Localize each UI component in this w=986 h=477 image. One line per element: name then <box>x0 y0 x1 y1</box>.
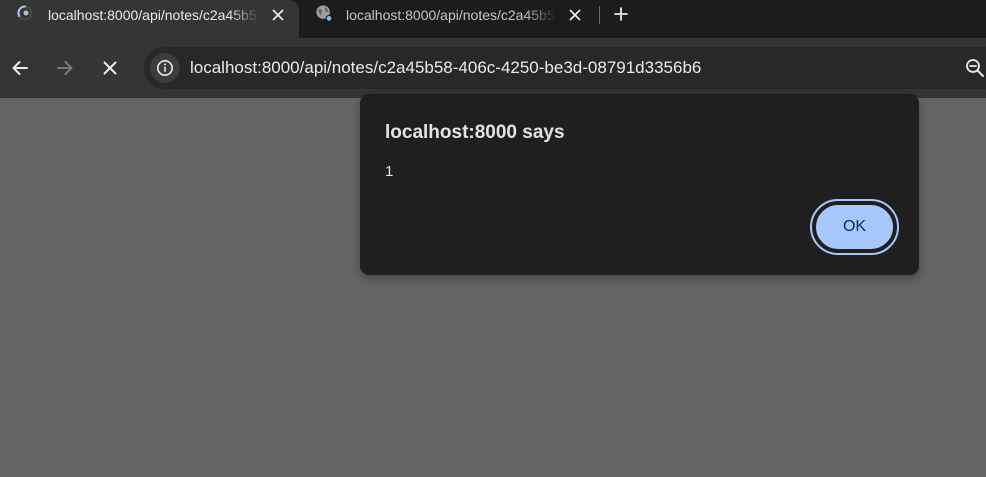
loading-spinner-icon <box>16 4 34 22</box>
tab-inactive[interactable]: localhost:8000/api/notes/c2a45b58-406c-4… <box>308 0 590 38</box>
close-tab-icon[interactable] <box>267 4 289 26</box>
tab-strip: localhost:8000/api/notes/c2a45b58-406c-4… <box>0 0 986 40</box>
tab-separator <box>599 6 600 24</box>
globe-icon <box>315 4 333 22</box>
close-tab-icon[interactable] <box>564 4 586 26</box>
zoom-out-icon[interactable] <box>964 57 986 79</box>
stop-loading-icon[interactable] <box>98 56 122 80</box>
forward-arrow-icon[interactable] <box>53 56 77 80</box>
ok-button-label: OK <box>814 203 895 251</box>
address-bar[interactable]: localhost:8000/api/notes/c2a45b58-406c-4… <box>144 47 986 89</box>
tab-title: localhost:8000/api/notes/c2a45b58-406c-4… <box>48 7 260 23</box>
site-info-icon[interactable] <box>150 53 180 83</box>
tab-title: localhost:8000/api/notes/c2a45b58-406c-4… <box>346 7 556 23</box>
url-text[interactable]: localhost:8000/api/notes/c2a45b58-406c-4… <box>190 57 701 79</box>
new-tab-icon[interactable] <box>610 3 632 25</box>
ok-button[interactable]: OK <box>810 199 899 255</box>
dialog-title: localhost:8000 says <box>385 122 565 143</box>
alert-dialog: localhost:8000 says 1 OK <box>360 94 919 275</box>
back-arrow-icon[interactable] <box>8 56 32 80</box>
dialog-message: 1 <box>385 163 394 180</box>
browser-toolbar: localhost:8000/api/notes/c2a45b58-406c-4… <box>0 38 986 98</box>
tab-active[interactable]: localhost:8000/api/notes/c2a45b58-406c-4… <box>0 0 299 38</box>
